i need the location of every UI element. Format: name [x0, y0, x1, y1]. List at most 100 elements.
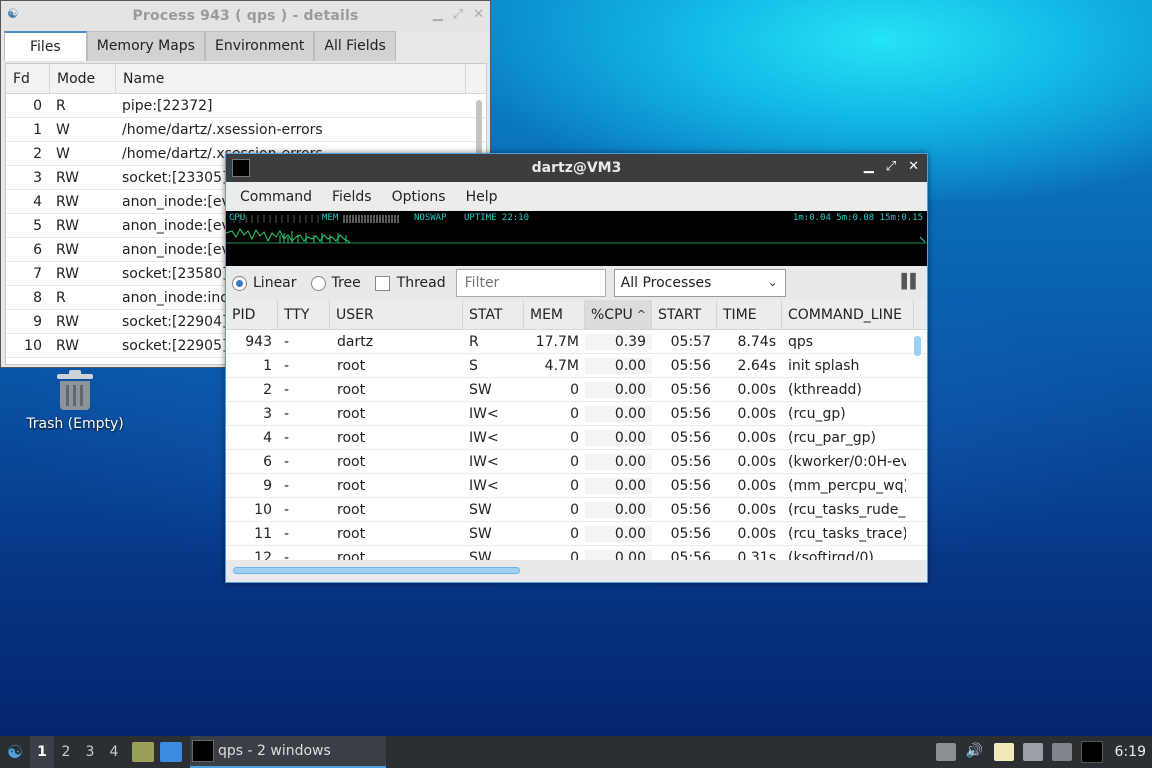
files-cell-fd: 1: [33, 121, 42, 138]
volume-icon[interactable]: 🔊: [965, 743, 985, 761]
column-header-cpu[interactable]: %CPU ^: [585, 300, 652, 329]
process-cell-tty: -: [284, 477, 290, 494]
files-cell-mode: RW: [56, 241, 80, 258]
column-header-start[interactable]: START: [652, 300, 717, 329]
minimize-icon[interactable]: ▁: [864, 159, 874, 174]
process-cell-user: root: [337, 525, 366, 542]
trash-label: Trash (Empty): [26, 416, 124, 432]
files-table-row[interactable]: 0 Rpipe:[22372]: [6, 94, 486, 118]
workspace-4[interactable]: 4: [102, 744, 126, 760]
clipboard-icon[interactable]: [993, 743, 1014, 761]
terminal-tray-icon[interactable]: [1080, 741, 1103, 763]
process-filter-select[interactable]: All Processes ⌄: [613, 269, 786, 297]
files-cell-name: /home/dartz/.xsession-errors: [122, 121, 323, 138]
files-cell-mode: RW: [56, 337, 80, 354]
process-table-row[interactable]: 4- root IW< 0 0.00 05:56 0.00s (rcu_par_gp): [226, 426, 927, 450]
notification-icon[interactable]: [1051, 743, 1072, 761]
process-cell-pid: 11: [254, 525, 272, 542]
file-manager-icon[interactable]: [132, 742, 154, 762]
tab-all-fields[interactable]: All Fields: [314, 31, 396, 61]
files-table-row[interactable]: 1 W/home/dartz/.xsession-errors: [6, 118, 486, 142]
network-icon[interactable]: [1022, 743, 1043, 761]
column-header-mem[interactable]: MEM: [524, 300, 585, 329]
process-cell-pid: 10: [254, 501, 272, 518]
files-cell-mode: RW: [56, 193, 80, 210]
menu-fields[interactable]: Fields: [322, 189, 382, 205]
column-header-tty[interactable]: TTY: [278, 300, 330, 329]
column-header-fd[interactable]: Fd: [6, 64, 50, 93]
workspace-3[interactable]: 3: [78, 744, 102, 760]
menu-options[interactable]: Options: [382, 189, 456, 205]
tab-files[interactable]: Files: [4, 31, 87, 61]
process-cell-cpu: 0.00: [585, 405, 652, 422]
linear-radio[interactable]: Linear: [232, 275, 297, 291]
maximize-icon[interactable]: ⤢: [886, 159, 896, 174]
process-vertical-scrollbar[interactable]: [914, 336, 921, 356]
workspace-2[interactable]: 2: [54, 744, 78, 760]
details-titlebar[interactable]: ☯ Process 943 ( qps ) - details ▁ ⤢ ✕: [1, 1, 490, 31]
close-icon[interactable]: ✕: [473, 7, 484, 22]
filter-input[interactable]: [455, 269, 606, 297]
process-table-row[interactable]: 943- dartz R 17.7M 0.39 05:57 8.74s qps: [226, 330, 927, 354]
process-horizontal-scrollbar[interactable]: [233, 567, 520, 574]
main-titlebar[interactable]: dartz@VM3 ▁ ⤢ ✕: [226, 154, 927, 182]
column-header-name[interactable]: Name: [116, 64, 466, 93]
column-header-command-line[interactable]: COMMAND_LINE: [782, 300, 914, 329]
process-cell-tty: -: [284, 333, 290, 350]
close-icon[interactable]: ✕: [908, 159, 919, 174]
column-header-user[interactable]: USER: [330, 300, 463, 329]
cpu-label: CPU: [229, 213, 246, 223]
eject-icon[interactable]: [935, 743, 956, 761]
process-cell-cpu: 0.00: [585, 381, 652, 398]
tree-radio-label: Tree: [331, 275, 361, 291]
taskbar-task-qps[interactable]: qps - 2 windows: [190, 736, 386, 768]
process-cell-pid: 1: [263, 357, 272, 374]
files-cell-mode: W: [56, 145, 70, 162]
minimize-icon[interactable]: ▁: [433, 7, 443, 22]
maximize-icon[interactable]: ⤢: [453, 7, 463, 22]
process-cell-start: 05:56: [670, 381, 711, 398]
column-header-mode[interactable]: Mode: [50, 64, 116, 93]
task-label: qps - 2 windows: [218, 743, 331, 759]
files-cell-fd: 9: [33, 313, 42, 330]
process-table-row[interactable]: 3- root IW< 0 0.00 05:56 0.00s (rcu_gp): [226, 402, 927, 426]
menu-command[interactable]: Command: [230, 189, 322, 205]
sort-ascending-icon: ^: [636, 308, 646, 321]
process-cell-cmd: (rcu_tasks_rude_: [788, 501, 906, 518]
thread-checkbox[interactable]: Thread: [374, 275, 446, 291]
process-cell-cpu: 0.00: [585, 453, 652, 470]
tab-environment[interactable]: Environment: [204, 31, 315, 61]
process-cell-mem: 0: [570, 405, 579, 422]
files-cell-mode: W: [56, 121, 70, 138]
files-vertical-scrollbar[interactable]: [476, 100, 482, 156]
column-header-pid[interactable]: PID: [226, 300, 278, 329]
process-cell-pid: 4: [263, 429, 272, 446]
tree-radio[interactable]: Tree: [310, 275, 361, 291]
column-header-stat[interactable]: STAT: [463, 300, 524, 329]
process-cell-cmd: qps: [788, 333, 814, 350]
process-table-row[interactable]: 6- root IW< 0 0.00 05:56 0.00s (kworker/0:0H-ev: [226, 450, 927, 474]
files-cell-name: pipe:[22372]: [122, 97, 213, 114]
process-cell-mem: 17.7M: [535, 333, 579, 350]
process-table-row[interactable]: 11- root SW 0 0.00 05:56 0.00s (rcu_tasks_trace…: [226, 522, 927, 546]
pause-icon[interactable]: ▌▌: [901, 274, 920, 290]
process-cell-cmd: init splash: [788, 357, 860, 374]
workspace-1[interactable]: 1: [30, 736, 54, 768]
process-table-row[interactable]: 1- root S 4.7M 0.00 05:56 2.64s init splash: [226, 354, 927, 378]
process-cell-cmd: (rcu_tasks_trace): [788, 525, 906, 542]
trash-desktop-icon[interactable]: Trash (Empty): [22, 370, 128, 432]
process-table-row[interactable]: 10- root SW 0 0.00 05:56 0.00s (rcu_tasks_rude_: [226, 498, 927, 522]
process-cell-start: 05:56: [670, 477, 711, 494]
trash-icon: [57, 370, 93, 410]
menu-help[interactable]: Help: [456, 189, 508, 205]
tab-memory-maps[interactable]: Memory Maps: [86, 31, 205, 61]
radio-checked-icon: [232, 275, 247, 291]
files-cell-fd: 0: [33, 97, 42, 114]
start-menu-icon[interactable]: ☯: [0, 736, 30, 768]
show-desktop-icon[interactable]: [160, 742, 182, 762]
process-table-row[interactable]: 9- root IW< 0 0.00 05:56 0.00s (mm_percpu_wq): [226, 474, 927, 498]
process-table-row[interactable]: 2- root SW 0 0.00 05:56 0.00s (kthreadd): [226, 378, 927, 402]
column-header-time[interactable]: TIME: [717, 300, 782, 329]
process-cell-pid: 943: [245, 333, 272, 350]
files-cell-fd: 7: [33, 265, 42, 282]
